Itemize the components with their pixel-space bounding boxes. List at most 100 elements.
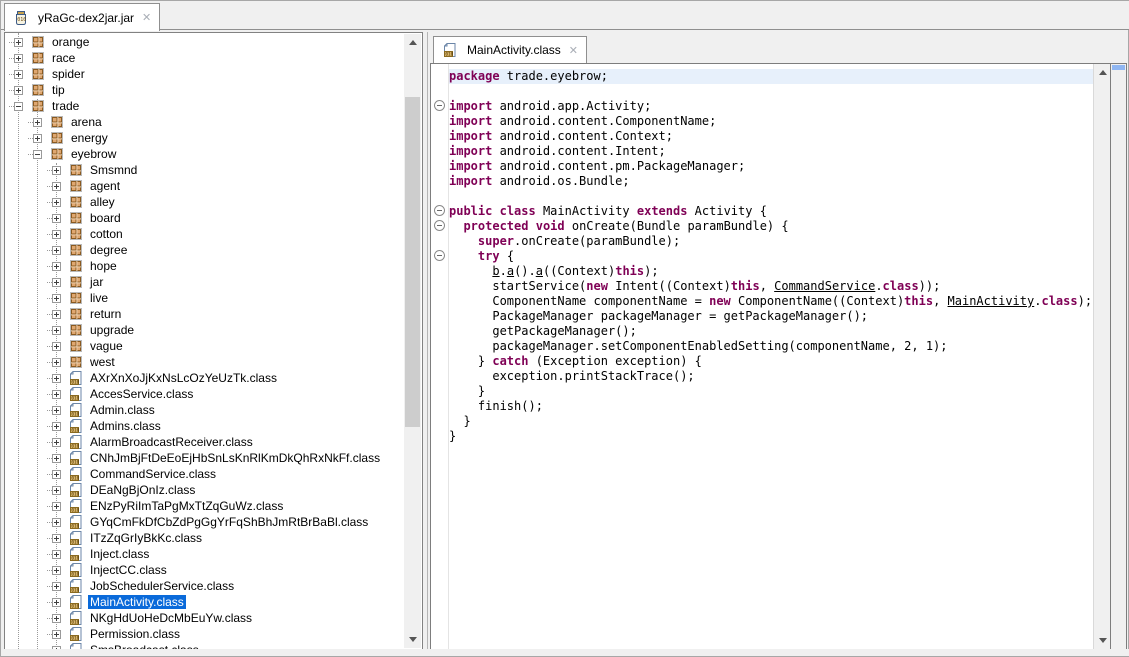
expand-icon[interactable] xyxy=(52,198,61,207)
tab-mainactivity-class[interactable]: 010 MainActivity.class ✕ xyxy=(433,36,587,63)
tree-item-trade[interactable]: trade xyxy=(6,98,404,114)
tree-item-orange[interactable]: orange xyxy=(6,34,404,50)
tree-item-tip[interactable]: tip xyxy=(6,82,404,98)
tree-item-return[interactable]: return xyxy=(6,306,404,322)
tree-item-spider[interactable]: spider xyxy=(6,66,404,82)
expand-icon[interactable] xyxy=(52,214,61,223)
scroll-up-icon[interactable] xyxy=(404,34,421,51)
expand-icon[interactable] xyxy=(52,486,61,495)
close-icon[interactable]: ✕ xyxy=(569,44,578,57)
tree-item-vague[interactable]: vague xyxy=(6,338,404,354)
code-reference-link[interactable]: a xyxy=(536,264,543,278)
tree-item-Admins-class[interactable]: 010Admins.class xyxy=(6,418,404,434)
tree-item-board[interactable]: board xyxy=(6,210,404,226)
code-reference-link[interactable]: CommandService xyxy=(774,279,875,293)
collapse-icon[interactable] xyxy=(33,150,42,159)
tree-item-ENzPyRiImTaPgMxTtZqGuWz-class[interactable]: 010ENzPyRiImTaPgMxTtZqGuWz.class xyxy=(6,498,404,514)
expand-icon[interactable] xyxy=(52,598,61,607)
tree-item-degree[interactable]: degree xyxy=(6,242,404,258)
expand-icon[interactable] xyxy=(52,374,61,383)
scroll-down-icon[interactable] xyxy=(404,631,421,648)
tree-item-cotton[interactable]: cotton xyxy=(6,226,404,242)
tree-item-eyebrow[interactable]: eyebrow xyxy=(6,146,404,162)
expand-icon[interactable] xyxy=(52,550,61,559)
fold-collapse-icon[interactable] xyxy=(434,250,445,261)
tree-item-AXrXnXoJjKxNsLcOzYeUzTk-class[interactable]: 010AXrXnXoJjKxNsLcOzYeUzTk.class xyxy=(6,370,404,386)
expand-icon[interactable] xyxy=(14,86,23,95)
code-reference-link[interactable]: MainActivity xyxy=(948,294,1035,308)
tree-item-jar[interactable]: jar xyxy=(6,274,404,290)
overview-ruler[interactable] xyxy=(1110,64,1126,649)
source-code-view[interactable]: package trade.eyebrow; import android.ap… xyxy=(449,64,1093,649)
tab-jar-file[interactable]: 010 yRaGc-dex2jar.jar ✕ xyxy=(4,3,160,31)
code-reference-link[interactable]: b xyxy=(492,264,499,278)
expand-icon[interactable] xyxy=(52,438,61,447)
expand-icon[interactable] xyxy=(52,454,61,463)
scroll-down-icon[interactable] xyxy=(1094,632,1111,649)
tree-item-AlarmBroadcastReceiver-class[interactable]: 010AlarmBroadcastReceiver.class xyxy=(6,434,404,450)
expand-icon[interactable] xyxy=(14,54,23,63)
tree-item-MainActivity-class[interactable]: 010MainActivity.class xyxy=(6,594,404,610)
tree-item-west[interactable]: west xyxy=(6,354,404,370)
expand-icon[interactable] xyxy=(52,182,61,191)
expand-icon[interactable] xyxy=(52,470,61,479)
expand-icon[interactable] xyxy=(52,422,61,431)
panel-splitter[interactable] xyxy=(427,32,428,650)
tree-item-JobSchedulerService-class[interactable]: 010JobSchedulerService.class xyxy=(6,578,404,594)
tree-item-upgrade[interactable]: upgrade xyxy=(6,322,404,338)
tree-scrollbar-thumb[interactable] xyxy=(405,97,420,427)
tree-item-InjectCC-class[interactable]: 010InjectCC.class xyxy=(6,562,404,578)
tree-item-GYqCmFkDfCbZdPgGgYrFqShBhJmRtBrBaBl-class[interactable]: 010GYqCmFkDfCbZdPgGgYrFqShBhJmRtBrBaBl.c… xyxy=(6,514,404,530)
expand-icon[interactable] xyxy=(52,262,61,271)
expand-icon[interactable] xyxy=(52,166,61,175)
expand-icon[interactable] xyxy=(52,534,61,543)
tree-item-Admin-class[interactable]: 010Admin.class xyxy=(6,402,404,418)
expand-icon[interactable] xyxy=(52,358,61,367)
tree-item-alley[interactable]: alley xyxy=(6,194,404,210)
tree-item-hope[interactable]: hope xyxy=(6,258,404,274)
tree-vertical-scrollbar[interactable] xyxy=(404,34,421,648)
expand-icon[interactable] xyxy=(52,390,61,399)
expand-icon[interactable] xyxy=(52,630,61,639)
fold-collapse-icon[interactable] xyxy=(434,100,445,111)
scroll-up-icon[interactable] xyxy=(1094,64,1111,81)
collapse-icon[interactable] xyxy=(14,102,23,111)
tree-item-agent[interactable]: agent xyxy=(6,178,404,194)
expand-icon[interactable] xyxy=(52,246,61,255)
tree-item-ITzZqGrIyBkKc-class[interactable]: 010ITzZqGrIyBkKc.class xyxy=(6,530,404,546)
tree-item-energy[interactable]: energy xyxy=(6,130,404,146)
expand-icon[interactable] xyxy=(52,582,61,591)
tree-item-Permission-class[interactable]: 010Permission.class xyxy=(6,626,404,642)
tree-item-CommandService-class[interactable]: 010CommandService.class xyxy=(6,466,404,482)
expand-icon[interactable] xyxy=(14,70,23,79)
expand-icon[interactable] xyxy=(14,38,23,47)
editor-vertical-scrollbar[interactable] xyxy=(1093,64,1110,649)
tree-item-arena[interactable]: arena xyxy=(6,114,404,130)
expand-icon[interactable] xyxy=(52,294,61,303)
tree-item-DEaNgBjOnIz-class[interactable]: 010DEaNgBjOnIz.class xyxy=(6,482,404,498)
expand-icon[interactable] xyxy=(52,342,61,351)
code-reference-link[interactable]: a xyxy=(507,264,514,278)
tree-item-Smsmnd[interactable]: Smsmnd xyxy=(6,162,404,178)
expand-icon[interactable] xyxy=(52,310,61,319)
tree-item-SmsBroadcast-class[interactable]: 010SmsBroadcast.class xyxy=(6,642,404,649)
expand-icon[interactable] xyxy=(52,502,61,511)
tree-item-NKgHdUoHeDcMbEuYw-class[interactable]: 010NKgHdUoHeDcMbEuYw.class xyxy=(6,610,404,626)
tree-item-CNhJmBjFtDeEoEjHbSnLsKnRlKmDkQhRxNkFf-class[interactable]: 010CNhJmBjFtDeEoEjHbSnLsKnRlKmDkQhRxNkFf… xyxy=(6,450,404,466)
expand-icon[interactable] xyxy=(33,118,42,127)
expand-icon[interactable] xyxy=(52,566,61,575)
fold-collapse-icon[interactable] xyxy=(434,205,445,216)
close-icon[interactable]: ✕ xyxy=(142,11,151,24)
tree-item-AccesService-class[interactable]: 010AccesService.class xyxy=(6,386,404,402)
tree-item-live[interactable]: live xyxy=(6,290,404,306)
tree-item-race[interactable]: race xyxy=(6,50,404,66)
expand-icon[interactable] xyxy=(52,278,61,287)
expand-icon[interactable] xyxy=(52,230,61,239)
expand-icon[interactable] xyxy=(52,406,61,415)
expand-icon[interactable] xyxy=(33,134,42,143)
tree-item-Inject-class[interactable]: 010Inject.class xyxy=(6,546,404,562)
expand-icon[interactable] xyxy=(52,614,61,623)
expand-icon[interactable] xyxy=(52,326,61,335)
expand-icon[interactable] xyxy=(52,518,61,527)
fold-collapse-icon[interactable] xyxy=(434,220,445,231)
